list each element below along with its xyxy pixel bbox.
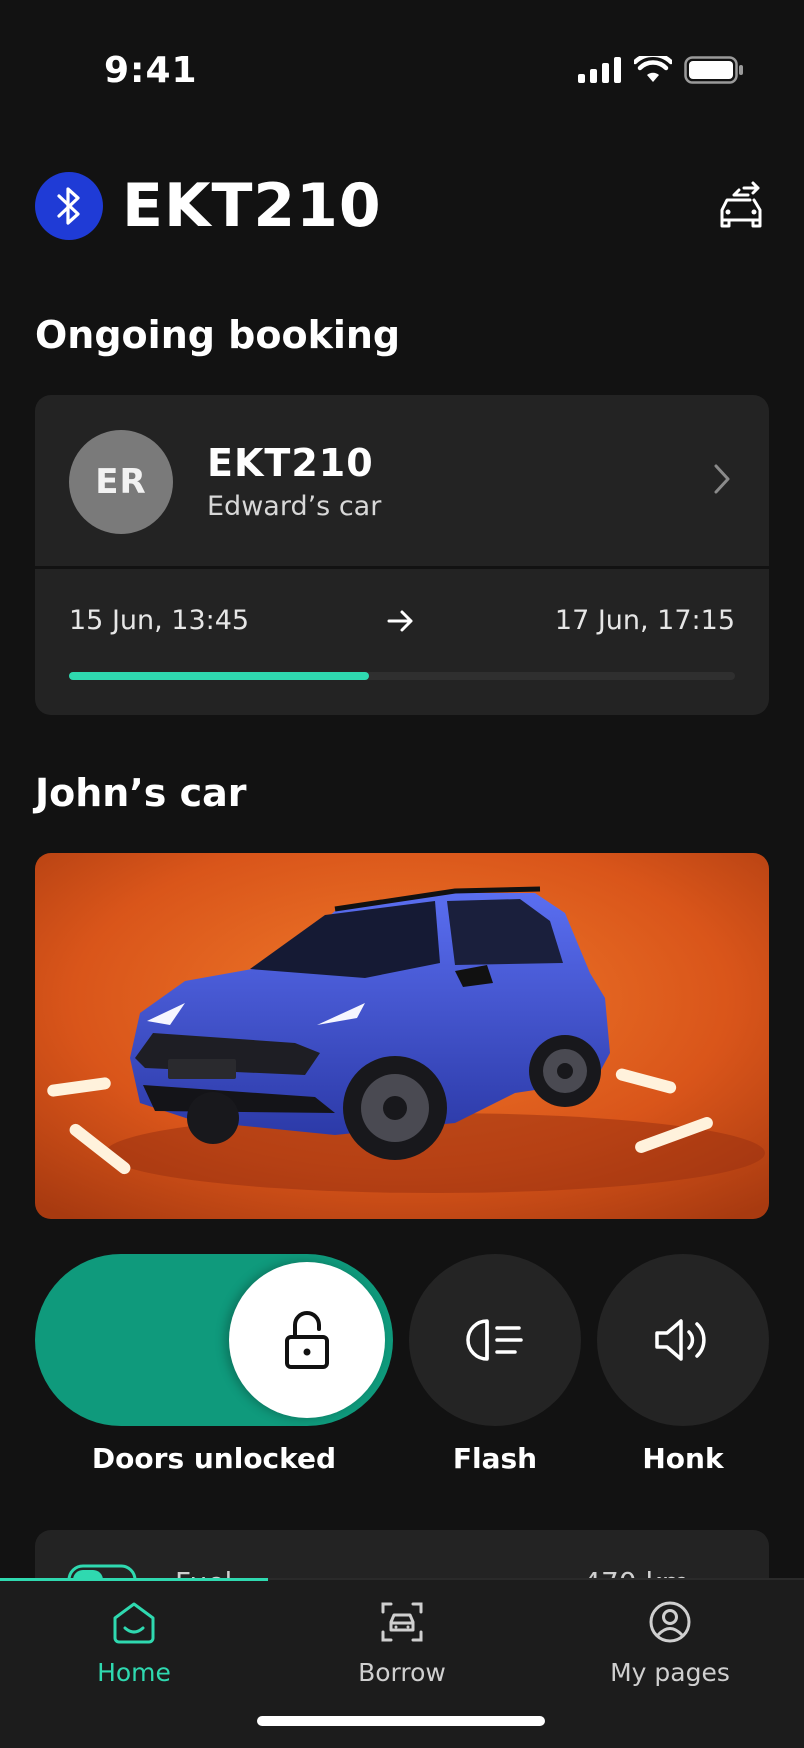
bluetooth-icon (57, 187, 80, 225)
battery-icon (684, 56, 743, 84)
headlight-flash-icon (466, 1319, 523, 1361)
wifi-icon (634, 56, 672, 82)
switch-car-icon (720, 181, 762, 228)
status-icons (578, 56, 744, 84)
tab-borrow[interactable]: Borrow (268, 1600, 536, 1687)
honk-label: Honk (642, 1442, 724, 1475)
ongoing-booking-title: Ongoing booking (35, 313, 401, 357)
arrow-right-icon (387, 610, 413, 632)
car-image[interactable] (35, 853, 769, 1219)
tab-my-pages-label: My pages (610, 1658, 730, 1687)
avatar: ER (69, 430, 173, 534)
home-icon (113, 1602, 155, 1644)
flash-button[interactable] (409, 1254, 581, 1426)
tab-home[interactable]: Home (0, 1600, 268, 1687)
booking-end: 17 Jun, 17:15 (554, 605, 735, 636)
profile-icon (649, 1601, 691, 1643)
booking-progress-bar (69, 672, 735, 680)
booking-start: 15 Jun, 13:45 (69, 605, 250, 636)
car-photo-illustration (35, 853, 769, 1219)
status-time: 9:41 (104, 50, 198, 91)
booking-owner: Edward’s car (207, 491, 382, 522)
tab-home-label: Home (97, 1658, 171, 1687)
active-tab-indicator (0, 1578, 268, 1581)
cellular-signal-icon (578, 57, 621, 83)
tab-borrow-label: Borrow (358, 1658, 446, 1687)
speaker-honk-icon (655, 1319, 706, 1361)
home-indicator (257, 1716, 545, 1726)
bluetooth-status[interactable] (35, 172, 103, 240)
flash-label: Flash (452, 1442, 538, 1475)
booking-period: 15 Jun, 13:45 17 Jun, 17:15 (35, 605, 769, 645)
booking-card[interactable]: ER EKT210 Edward’s car 15 Jun, 13:45 17 … (35, 395, 769, 715)
honk-button[interactable] (597, 1254, 769, 1426)
car-section-title: John’s car (35, 771, 247, 815)
lock-slider[interactable] (35, 1254, 393, 1426)
chevron-right-icon (714, 464, 730, 494)
lock-label: Doors unlocked (91, 1442, 337, 1475)
booking-summary[interactable]: ER EKT210 Edward’s car (35, 395, 769, 569)
car-search-icon (381, 1602, 423, 1642)
switch-car-button[interactable] (714, 180, 768, 234)
unlocked-padlock-icon (285, 1311, 329, 1369)
lock-toggle-knob[interactable] (229, 1262, 385, 1418)
app-screen: 9:41 EKT210 Ongoing booking ER EKT210 Ed… (0, 0, 804, 1748)
page-title: EKT210 (122, 171, 382, 241)
booking-progress-fill (69, 672, 369, 680)
booking-plate: EKT210 (207, 441, 374, 485)
tab-my-pages[interactable]: My pages (536, 1600, 804, 1687)
